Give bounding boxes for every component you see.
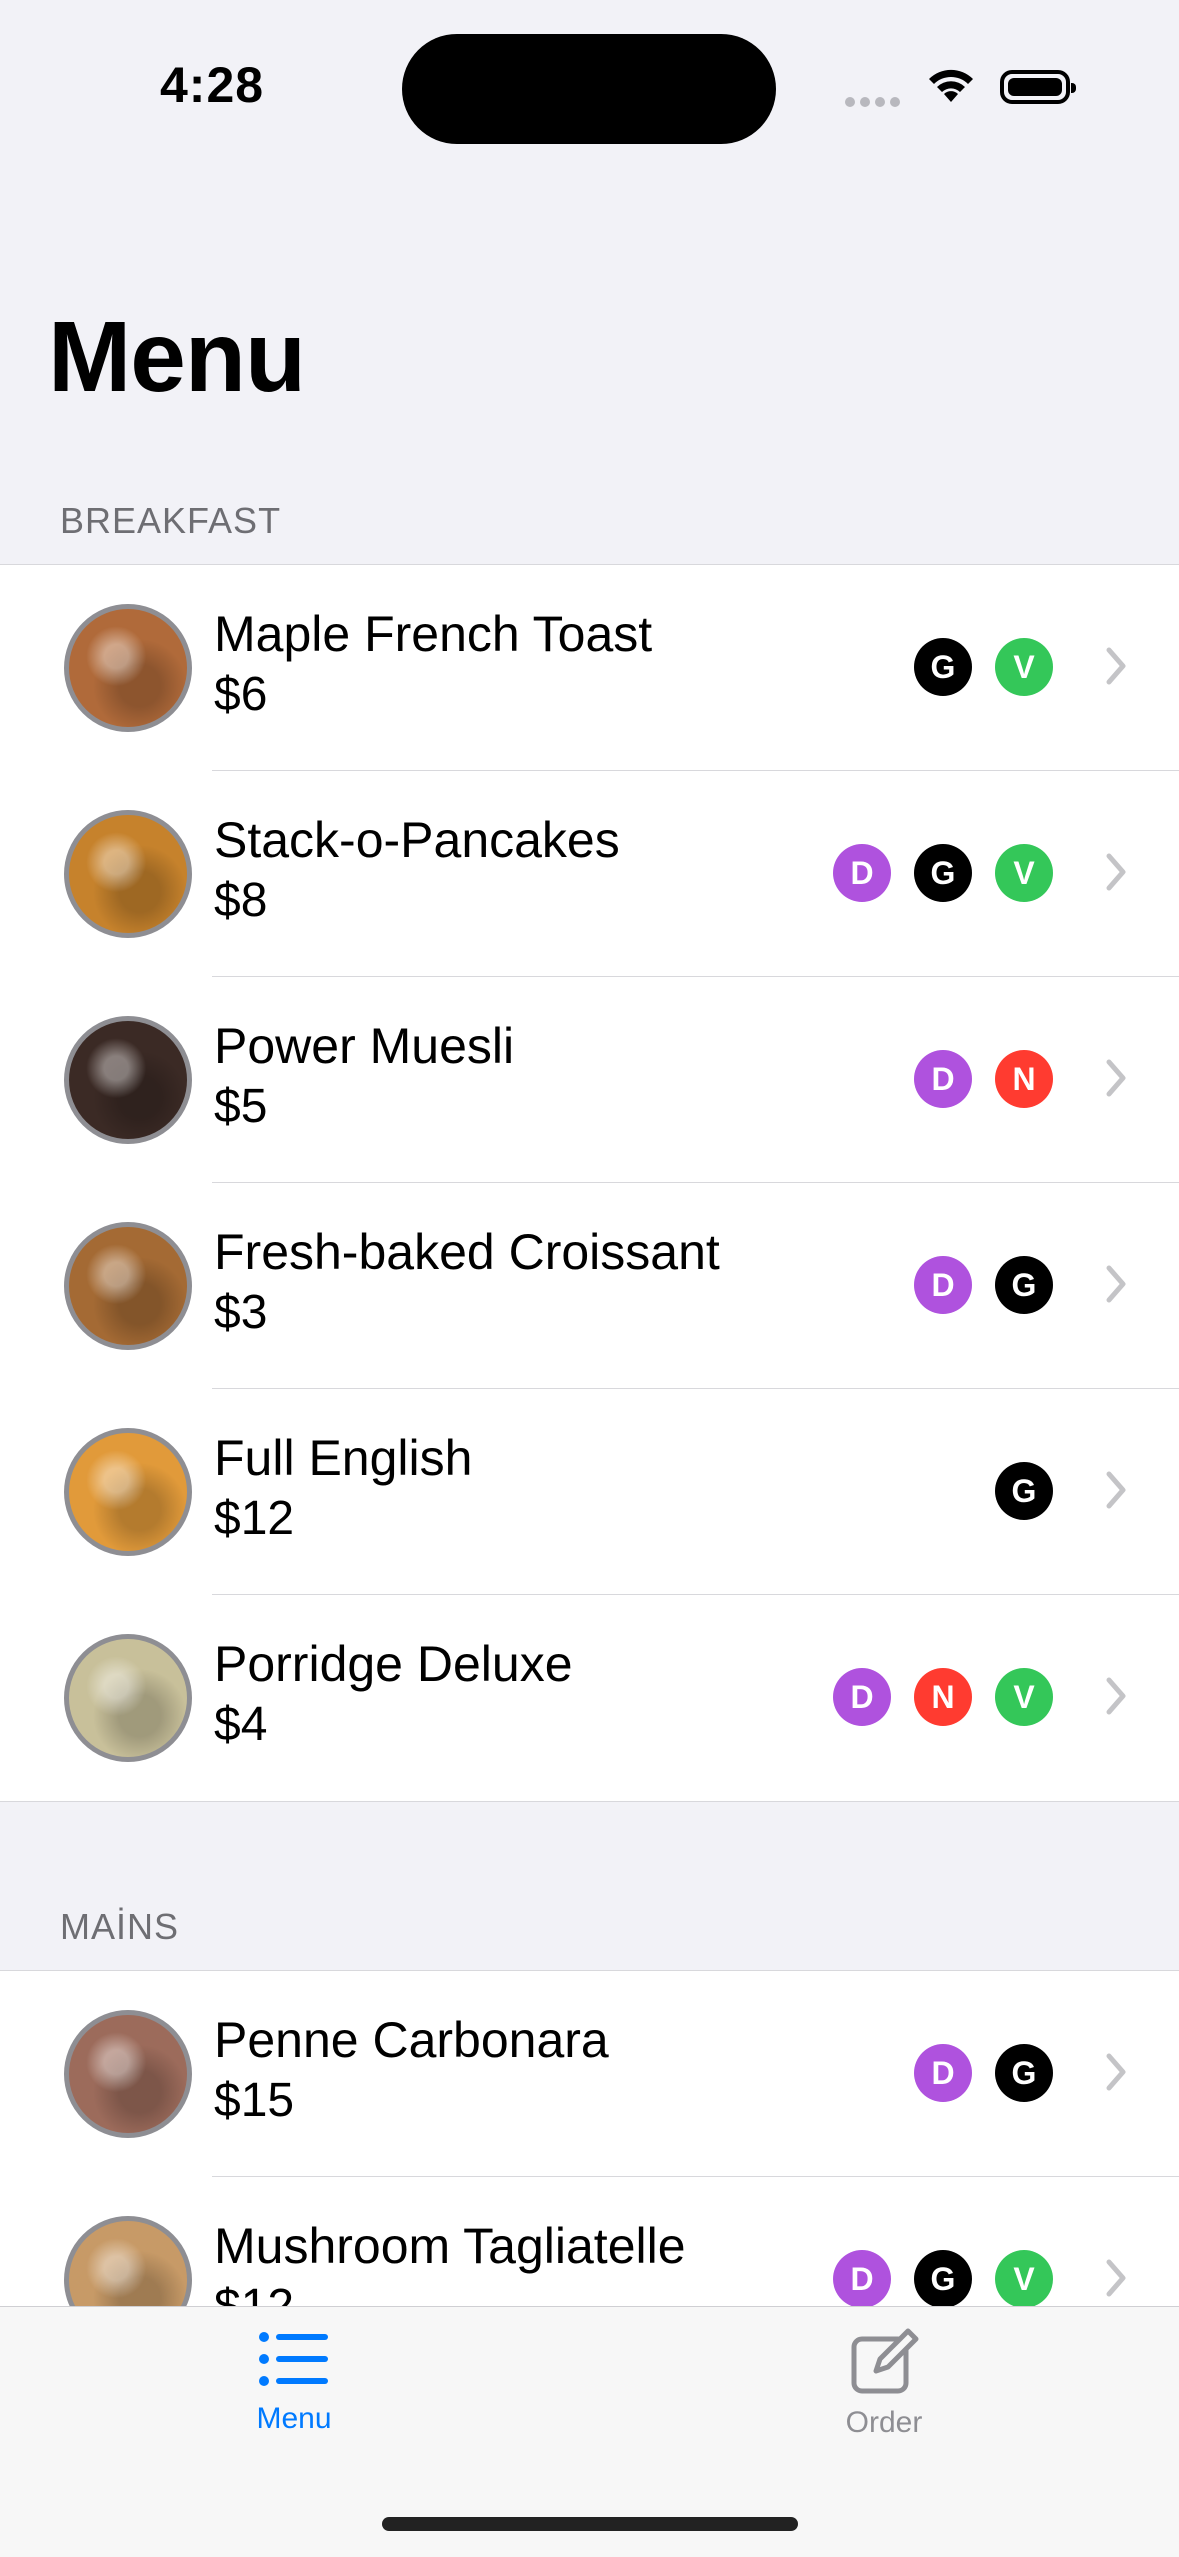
item-name: Mushroom Tagliatelle bbox=[214, 2218, 686, 2274]
dietary-badges: DG bbox=[914, 1256, 1053, 1314]
battery-icon bbox=[1000, 70, 1076, 104]
item-price: $12 bbox=[214, 1492, 295, 1545]
dietary-badge: V bbox=[995, 844, 1053, 902]
menu-section: Maple French Toast $6 GV Stack-o-Pancake… bbox=[0, 564, 1179, 1802]
dietary-badge: V bbox=[995, 638, 1053, 696]
compose-icon bbox=[851, 2328, 919, 2394]
cellular-signal-icon bbox=[845, 94, 905, 112]
tab-menu[interactable]: Menu bbox=[174, 2327, 414, 2436]
status-time: 4:28 bbox=[160, 57, 265, 113]
page-title: Menu bbox=[48, 301, 306, 413]
item-price: $6 bbox=[214, 668, 268, 721]
tab-order[interactable]: Order bbox=[764, 2327, 1004, 2440]
food-thumbnail bbox=[64, 810, 192, 938]
dietary-badge: D bbox=[914, 1050, 972, 1108]
chevron-right-icon bbox=[1106, 853, 1126, 891]
section-header: BREAKFAST bbox=[60, 500, 282, 541]
dietary-badges: DNV bbox=[833, 1668, 1053, 1726]
status-bar: 4:28 bbox=[0, 0, 1179, 160]
food-thumbnail bbox=[64, 1634, 192, 1762]
dietary-badge: V bbox=[995, 1668, 1053, 1726]
dietary-badge: G bbox=[995, 2044, 1053, 2102]
item-price: $8 bbox=[214, 874, 268, 927]
item-price: $15 bbox=[214, 2074, 295, 2127]
food-thumbnail bbox=[64, 1428, 192, 1556]
item-name: Fresh-baked Croissant bbox=[214, 1224, 720, 1280]
dynamic-island bbox=[402, 34, 776, 144]
dietary-badge: G bbox=[995, 1462, 1053, 1520]
section-header: MAİNS bbox=[60, 1906, 180, 1947]
item-name: Maple French Toast bbox=[214, 606, 653, 662]
item-name: Power Muesli bbox=[214, 1018, 515, 1074]
dietary-badge: G bbox=[914, 638, 972, 696]
dietary-badge: D bbox=[833, 1668, 891, 1726]
dietary-badge: N bbox=[995, 1050, 1053, 1108]
tab-menu-label: Menu bbox=[256, 2402, 332, 2435]
dietary-badge: G bbox=[995, 1256, 1053, 1314]
dietary-badge: N bbox=[914, 1668, 972, 1726]
chevron-right-icon bbox=[1106, 2259, 1126, 2297]
menu-item-row[interactable]: Full English $12 G bbox=[0, 1389, 1179, 1595]
tab-order-label: Order bbox=[845, 2406, 923, 2439]
item-name: Full English bbox=[214, 1430, 473, 1486]
food-thumbnail bbox=[64, 1222, 192, 1350]
dietary-badges: G bbox=[995, 1462, 1053, 1520]
dietary-badges: GV bbox=[914, 638, 1053, 696]
item-name: Penne Carbonara bbox=[214, 2012, 609, 2068]
food-thumbnail bbox=[64, 604, 192, 732]
item-price: $5 bbox=[214, 1080, 268, 1133]
chevron-right-icon bbox=[1106, 1059, 1126, 1097]
dietary-badge: D bbox=[914, 2044, 972, 2102]
menu-item-row[interactable]: Stack-o-Pancakes $8 DGV bbox=[0, 771, 1179, 977]
chevron-right-icon bbox=[1106, 1677, 1126, 1715]
dietary-badge: D bbox=[833, 2250, 891, 2308]
item-name: Stack-o-Pancakes bbox=[214, 812, 620, 868]
wifi-icon bbox=[929, 69, 973, 102]
chevron-right-icon bbox=[1106, 2053, 1126, 2091]
dietary-badges: DGV bbox=[833, 844, 1053, 902]
dietary-badge: D bbox=[914, 1256, 972, 1314]
menu-item-row[interactable]: Penne Carbonara $15 DG bbox=[0, 1971, 1179, 2177]
chevron-right-icon bbox=[1106, 647, 1126, 685]
item-name: Porridge Deluxe bbox=[214, 1636, 573, 1692]
food-thumbnail bbox=[64, 1016, 192, 1144]
chevron-right-icon bbox=[1106, 1471, 1126, 1509]
dietary-badges: DN bbox=[914, 1050, 1053, 1108]
item-price: $4 bbox=[214, 1698, 268, 1751]
food-thumbnail bbox=[64, 2010, 192, 2138]
dietary-badge: G bbox=[914, 844, 972, 902]
menu-item-row[interactable]: Power Muesli $5 DN bbox=[0, 977, 1179, 1183]
menu-item-row[interactable]: Porridge Deluxe $4 DNV bbox=[0, 1595, 1179, 1801]
dietary-badge: V bbox=[995, 2250, 1053, 2308]
dietary-badge: G bbox=[914, 2250, 972, 2308]
list-icon bbox=[259, 2332, 328, 2386]
home-indicator bbox=[382, 2517, 798, 2531]
dietary-badges: DGV bbox=[833, 2250, 1053, 2308]
item-price: $3 bbox=[214, 1286, 268, 1339]
tab-bar: Menu Order bbox=[0, 2306, 1179, 2557]
menu-item-row[interactable]: Maple French Toast $6 GV bbox=[0, 565, 1179, 771]
dietary-badges: DG bbox=[914, 2044, 1053, 2102]
dietary-badge: D bbox=[833, 844, 891, 902]
menu-item-row[interactable]: Fresh-baked Croissant $3 DG bbox=[0, 1183, 1179, 1389]
chevron-right-icon bbox=[1106, 1265, 1126, 1303]
